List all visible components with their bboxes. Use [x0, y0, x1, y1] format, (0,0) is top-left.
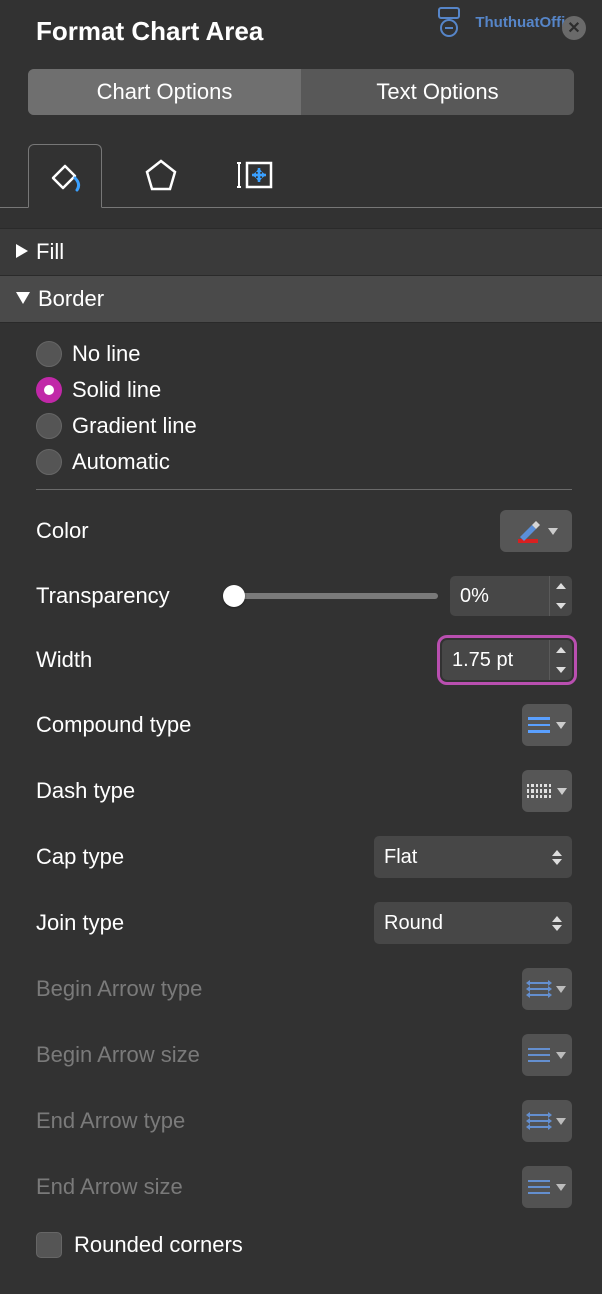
transparency-value[interactable]: 0%	[450, 576, 550, 616]
radio-automatic[interactable]: Automatic	[36, 449, 572, 475]
color-picker-button[interactable]	[500, 510, 572, 552]
width-value[interactable]: 1.75 pt	[442, 640, 550, 680]
radio-solid-line-label: Solid line	[72, 377, 161, 403]
radio-icon	[36, 377, 62, 403]
prop-begin-arrow-type: Begin Arrow type	[36, 968, 572, 1010]
watermark-icon	[433, 4, 469, 40]
prop-color: Color	[36, 510, 572, 552]
radio-solid-line[interactable]: Solid line	[36, 377, 572, 403]
prop-end-arrow-type: End Arrow type	[36, 1100, 572, 1142]
tab-chart-options[interactable]: Chart Options	[28, 69, 301, 115]
dash-type-label: Dash type	[36, 778, 135, 804]
section-fill-label: Fill	[36, 239, 64, 265]
tab-size-properties[interactable]	[220, 143, 294, 207]
pencil-icon	[514, 517, 542, 545]
radio-gradient-line-label: Gradient line	[72, 413, 197, 439]
radio-icon	[36, 449, 62, 475]
transparency-slider[interactable]	[228, 593, 438, 599]
tab-text-options[interactable]: Text Options	[301, 69, 574, 115]
slider-thumb[interactable]	[223, 585, 245, 607]
cap-type-select[interactable]: Flat	[374, 836, 572, 878]
arrow-size-icon	[528, 1180, 550, 1194]
transparency-spinbox[interactable]: 0%	[450, 576, 572, 616]
border-content: No line Solid line Gradient line Automat…	[0, 323, 602, 1276]
radio-icon	[36, 413, 62, 439]
prop-cap-type: Cap type Flat	[36, 836, 572, 878]
begin-arrow-type-label: Begin Arrow type	[36, 976, 202, 1002]
section-fill[interactable]: Fill	[0, 228, 602, 276]
rounded-corners-label: Rounded corners	[74, 1232, 243, 1258]
arrow-type-icon	[528, 1114, 550, 1128]
cap-type-label: Cap type	[36, 844, 124, 870]
join-type-value: Round	[384, 912, 544, 935]
compound-type-label: Compound type	[36, 712, 191, 738]
paint-bucket-icon	[45, 156, 85, 196]
tab-fill-and-line[interactable]	[28, 144, 102, 208]
checkbox-icon	[36, 1232, 62, 1258]
width-spinbox[interactable]: 1.75 pt	[442, 640, 572, 680]
stepper-down[interactable]	[550, 660, 572, 680]
chevron-down-icon	[556, 1052, 566, 1059]
prop-end-arrow-size: End Arrow size	[36, 1166, 572, 1208]
end-arrow-size-button[interactable]	[522, 1166, 572, 1208]
begin-arrow-size-label: Begin Arrow size	[36, 1042, 200, 1068]
dash-pattern-icon	[527, 784, 551, 798]
dash-type-button[interactable]	[522, 770, 572, 812]
chevron-down-icon	[557, 788, 567, 795]
cap-type-value: Flat	[384, 846, 544, 869]
chevron-down-icon	[556, 1184, 566, 1191]
category-tabs	[28, 143, 602, 207]
options-tabs: Chart Options Text Options	[28, 69, 574, 115]
compound-line-icon	[528, 717, 550, 733]
watermark: ThuthuatOffice	[433, 4, 582, 40]
divider	[36, 489, 572, 490]
section-border-label: Border	[38, 286, 104, 312]
radio-no-line-label: No line	[72, 341, 140, 367]
chevron-down-icon	[556, 986, 566, 993]
end-arrow-type-label: End Arrow type	[36, 1108, 185, 1134]
chevron-down-icon	[548, 528, 558, 535]
join-type-label: Join type	[36, 910, 124, 936]
pentagon-icon	[141, 155, 181, 195]
chevron-right-icon	[16, 244, 28, 261]
begin-arrow-type-button[interactable]	[522, 968, 572, 1010]
rounded-corners-checkbox[interactable]: Rounded corners	[36, 1232, 572, 1258]
color-label: Color	[36, 518, 89, 544]
begin-arrow-size-button[interactable]	[522, 1034, 572, 1076]
close-icon: ✕	[567, 18, 580, 38]
size-icon	[235, 155, 279, 195]
prop-compound-type: Compound type	[36, 704, 572, 746]
prop-width: Width 1.75 pt	[36, 640, 572, 680]
chevron-down-icon	[16, 291, 30, 307]
prop-transparency: Transparency 0%	[36, 576, 572, 616]
end-arrow-size-label: End Arrow size	[36, 1174, 183, 1200]
prop-begin-arrow-size: Begin Arrow size	[36, 1034, 572, 1076]
select-arrows-icon	[552, 916, 562, 931]
end-arrow-type-button[interactable]	[522, 1100, 572, 1142]
prop-join-type: Join type Round	[36, 902, 572, 944]
join-type-select[interactable]: Round	[374, 902, 572, 944]
stepper-down[interactable]	[550, 596, 572, 616]
stepper-up[interactable]	[550, 576, 572, 596]
panel-title: Format Chart Area	[36, 16, 263, 47]
prop-dash-type: Dash type	[36, 770, 572, 812]
select-arrows-icon	[552, 850, 562, 865]
arrow-type-icon	[528, 982, 550, 996]
close-button[interactable]: ✕	[562, 16, 586, 40]
tab-effects[interactable]	[124, 143, 198, 207]
arrow-size-icon	[528, 1048, 550, 1062]
radio-automatic-label: Automatic	[72, 449, 170, 475]
radio-icon	[36, 341, 62, 367]
chevron-down-icon	[556, 722, 566, 729]
section-border[interactable]: Border	[0, 276, 602, 323]
transparency-label: Transparency	[36, 583, 170, 609]
compound-type-button[interactable]	[522, 704, 572, 746]
radio-no-line[interactable]: No line	[36, 341, 572, 367]
chevron-down-icon	[556, 1118, 566, 1125]
radio-gradient-line[interactable]: Gradient line	[36, 413, 572, 439]
width-label: Width	[36, 647, 92, 673]
stepper-up[interactable]	[550, 640, 572, 660]
